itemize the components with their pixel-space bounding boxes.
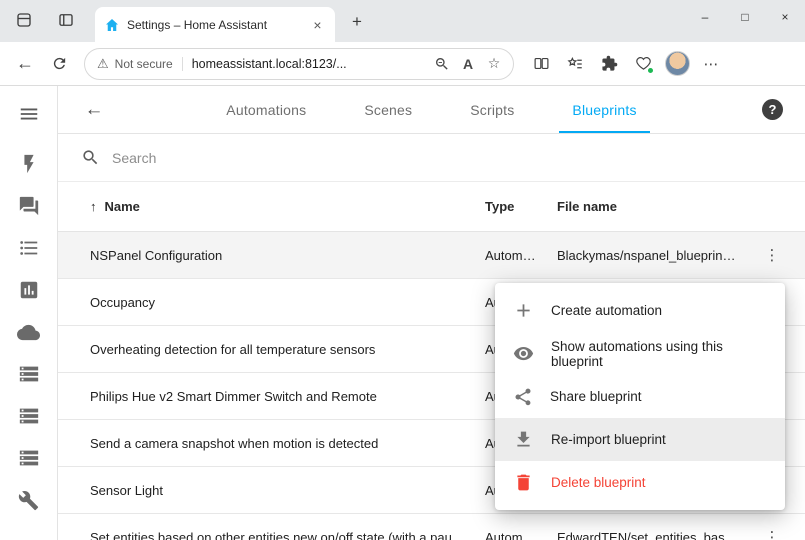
maximize-button[interactable]: □ [725, 0, 765, 34]
zoom-out-icon[interactable] [429, 51, 455, 77]
share-icon [513, 387, 533, 407]
forum-icon [18, 195, 40, 217]
menu-item-delete-blueprint[interactable]: Delete blueprint [495, 461, 785, 504]
close-button[interactable]: × [765, 0, 805, 34]
not-secure-label[interactable]: Not secure [115, 57, 183, 71]
context-menu: Create automation Show automations using… [495, 283, 785, 510]
sidebar-item-server-2[interactable] [16, 404, 42, 428]
home-assistant-favicon [104, 17, 120, 33]
table-row[interactable]: NSPanel Configuration Autom… Blackymas/n… [58, 232, 805, 279]
favorites-icon[interactable] [558, 48, 592, 80]
toolbar-right: ⋯ [524, 48, 728, 80]
split-screen-icon[interactable] [524, 48, 558, 80]
sidebar-item-cloud[interactable] [16, 320, 42, 344]
column-type[interactable]: Type [485, 199, 557, 214]
back-arrow-icon[interactable]: ← [80, 96, 108, 124]
browser-tab[interactable]: Settings – Home Assistant × [95, 7, 335, 42]
server-icon [18, 447, 40, 469]
tab-automations[interactable]: Automations [197, 86, 335, 133]
cloud-icon [17, 321, 40, 344]
read-aloud-icon[interactable]: A [455, 51, 481, 77]
essentials-status-dot [647, 67, 654, 74]
tab-scenes[interactable]: Scenes [335, 86, 441, 133]
row-overflow-icon[interactable]: ⋮ [758, 523, 786, 540]
menu-item-show-automations[interactable]: Show automations using this blueprint [495, 332, 785, 375]
sidebar [0, 86, 58, 540]
extensions-icon[interactable] [592, 48, 626, 80]
search-input[interactable] [112, 150, 432, 166]
url-text[interactable]: homeassistant.local:8123/... [183, 57, 429, 71]
screen: Settings – Home Assistant × + – □ × ← ⚠ … [0, 0, 805, 540]
sidebar-item-energy[interactable] [16, 152, 42, 176]
table-row[interactable]: Set entities based on other entities new… [58, 514, 805, 540]
search-row [58, 134, 805, 182]
new-tab-icon[interactable]: + [344, 9, 370, 35]
server-icon [18, 363, 40, 385]
menu-item-share-blueprint[interactable]: Share blueprint [495, 375, 785, 418]
not-secure-warning-icon: ⚠ [97, 56, 109, 72]
browser-essentials-icon[interactable] [626, 48, 660, 80]
chart-box-icon [18, 279, 40, 301]
sidebar-item-list[interactable] [16, 236, 42, 260]
list-icon [18, 237, 40, 259]
refresh-icon[interactable] [42, 48, 76, 80]
tab-actions-icon[interactable] [52, 6, 80, 34]
plus-icon [513, 300, 534, 321]
import-icon [513, 429, 534, 450]
workspaces-icon[interactable] [10, 6, 38, 34]
address-bar[interactable]: ⚠ Not secure homeassistant.local:8123/..… [84, 48, 514, 80]
trash-icon [513, 472, 534, 493]
window-controls: – □ × [685, 0, 805, 34]
back-icon[interactable]: ← [8, 48, 42, 80]
browser-tab-strip: Settings – Home Assistant × + – □ × [0, 0, 805, 42]
help-icon[interactable]: ? [762, 99, 783, 120]
browser-menu-icon[interactable]: ⋯ [694, 48, 728, 80]
browser-toolbar: ← ⚠ Not secure homeassistant.local:8123/… [0, 42, 805, 86]
eye-icon [513, 343, 534, 364]
page-tabs: Automations Scenes Scripts Blueprints [58, 86, 805, 133]
sidebar-item-server-1[interactable] [16, 362, 42, 386]
search-icon [81, 148, 100, 167]
tab-blueprints[interactable]: Blueprints [543, 86, 665, 133]
sidebar-item-server-3[interactable] [16, 446, 42, 470]
tab-close-icon[interactable]: × [309, 17, 326, 33]
menu-item-reimport-blueprint[interactable]: Re-import blueprint [495, 418, 785, 461]
flash-icon [18, 153, 40, 175]
sidebar-item-history[interactable] [16, 278, 42, 302]
sidebar-item-logbook[interactable] [16, 194, 42, 218]
sort-ascending-icon[interactable]: ↑ [90, 199, 97, 214]
server-icon [18, 405, 40, 427]
row-overflow-icon[interactable]: ⋮ [758, 241, 786, 269]
column-file[interactable]: File name [557, 199, 757, 214]
column-name[interactable]: Name [105, 199, 140, 214]
table-header: ↑ Name Type File name [58, 182, 805, 232]
tab-title: Settings – Home Assistant [127, 18, 302, 32]
favorite-star-icon[interactable]: ☆ [481, 51, 507, 77]
tab-scripts[interactable]: Scripts [441, 86, 543, 133]
page-header: ← Automations Scenes Scripts Blueprints … [58, 86, 805, 134]
minimize-button[interactable]: – [685, 0, 725, 34]
wrench-icon [18, 490, 39, 511]
menu-item-create-automation[interactable]: Create automation [495, 289, 785, 332]
menu-icon[interactable] [12, 97, 46, 131]
sidebar-item-tools[interactable] [16, 488, 42, 512]
profile-avatar[interactable] [660, 48, 694, 80]
